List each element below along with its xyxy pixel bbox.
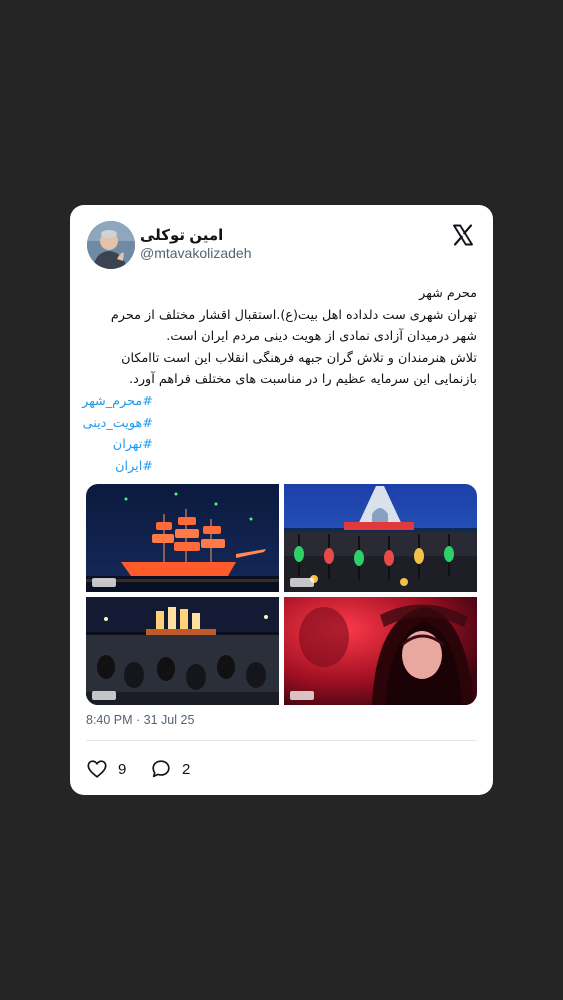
- x-logo-icon[interactable]: [451, 223, 475, 247]
- reply-button[interactable]: 2: [150, 758, 190, 780]
- tweet-card: امین توکلی @mtavakolizadeh محرم شهر تهرا…: [70, 205, 493, 795]
- heart-icon: [87, 760, 107, 778]
- hashtag-link[interactable]: #تهران: [86, 434, 153, 456]
- watermark-logo: [290, 578, 314, 587]
- tweet-text-line: تهران شهری ست دلداده اهل بیت(ع).استقبال …: [110, 307, 477, 345]
- reply-count: 2: [182, 760, 191, 778]
- watermark-logo: [92, 691, 116, 700]
- media-photo-crowd[interactable]: [86, 597, 279, 705]
- media-photo-woman[interactable]: [284, 597, 477, 705]
- media-photo-azadi-tower[interactable]: [284, 484, 477, 592]
- like-count: 9: [118, 760, 127, 778]
- speech-bubble-icon: [152, 760, 170, 778]
- author-display-name[interactable]: امین توکلی: [140, 226, 223, 244]
- tweet-text: محرم شهر تهران شهری ست دلداده اهل بیت(ع)…: [86, 283, 477, 391]
- author-handle[interactable]: @mtavakolizadeh: [140, 245, 252, 261]
- watermark-logo: [290, 691, 314, 700]
- hashtag-list: #محرم_شهر #هویت_دینی #تهران #ایران: [82, 391, 153, 478]
- avatar[interactable]: [87, 221, 135, 269]
- hashtag-link[interactable]: #هویت_دینی: [83, 413, 153, 435]
- like-button[interactable]: 9: [86, 758, 126, 780]
- hashtag-link[interactable]: #ایران: [86, 456, 153, 478]
- tweet-text-line: محرم شهر: [419, 286, 477, 301]
- avatar-photo: [87, 221, 135, 269]
- hashtag-link[interactable]: #محرم_شهر: [82, 391, 153, 413]
- watermark-logo: [92, 578, 116, 587]
- tweet-timestamp[interactable]: 8:40 PM · 31 Jul 25: [86, 713, 194, 727]
- tweet-text-line: تلاش هنرمندان و تلاش گران جبهه فرهنگی ان…: [121, 350, 477, 388]
- media-photo-ship[interactable]: [86, 484, 279, 592]
- media-grid: [86, 484, 477, 705]
- divider: [86, 740, 477, 741]
